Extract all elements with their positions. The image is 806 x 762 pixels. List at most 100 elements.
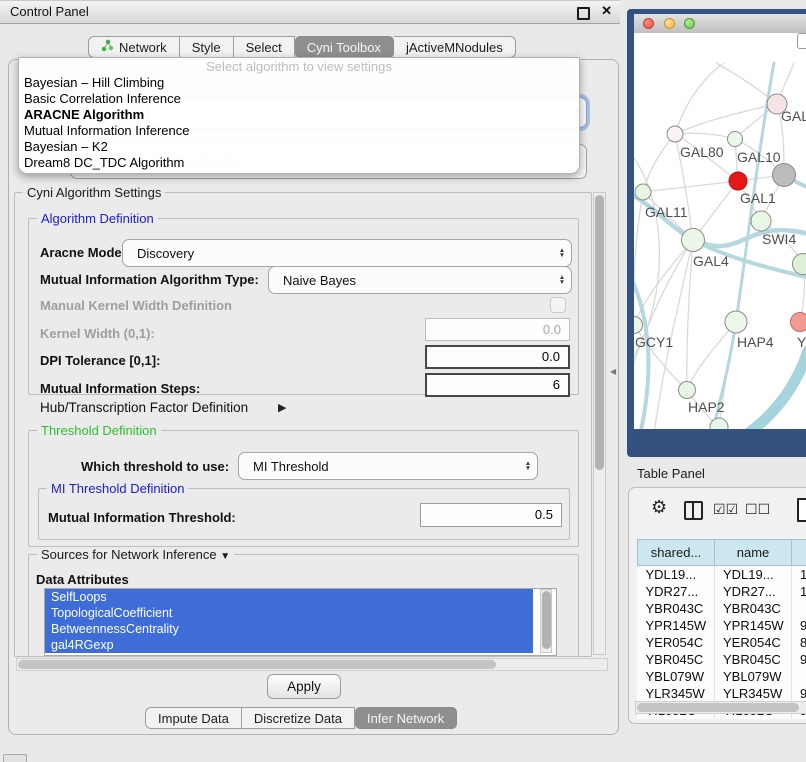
tab-network[interactable]: Network xyxy=(88,36,180,58)
close-traffic-light-icon[interactable] xyxy=(643,18,654,29)
algorithm-option-mutual-information-inference[interactable]: Mutual Information Inference xyxy=(19,123,579,139)
table-cell: YDR27... xyxy=(715,583,792,600)
table-cell xyxy=(792,600,806,617)
mi-threshold-field[interactable]: 0.5 xyxy=(420,503,562,527)
panel-splitter-collapse-icon[interactable]: ◀ xyxy=(610,367,616,376)
table-row[interactable]: YER054CYER054C8. xyxy=(638,634,806,651)
settings-vertical-scrollbar[interactable] xyxy=(593,192,606,655)
network-node-label-gal1: GAL1 xyxy=(740,190,776,206)
float-window-icon[interactable] xyxy=(577,7,590,20)
algorithm-option-basic-correlation-inference[interactable]: Basic Correlation Inference xyxy=(19,91,579,107)
table-row[interactable]: YBR043CYBR043C xyxy=(638,600,806,617)
tab-infer-network[interactable]: Infer Network xyxy=(355,707,457,729)
gear-icon[interactable]: ⚙ xyxy=(651,497,667,518)
tab-style[interactable]: Style xyxy=(180,36,234,58)
network-node-gal11[interactable] xyxy=(635,184,651,200)
network-node-label-hap2: HAP2 xyxy=(688,399,725,415)
top-tab-bar: NetworkStyleSelectCyni ToolboxjActiveMNo… xyxy=(88,36,516,58)
hub-definition-label[interactable]: Hub/Transcription Factor Definition xyxy=(40,400,248,415)
network-node-label-gal4: GAL4 xyxy=(693,253,729,269)
network-node-gal1[interactable] xyxy=(729,172,747,190)
algorithm-option-dream8-dc-tdc-algorithm[interactable]: Dream8 DC_TDC Algorithm xyxy=(19,155,579,171)
scrollbar-thumb[interactable] xyxy=(18,660,496,669)
algorithm-option-aracne-algorithm[interactable]: ARACNE Algorithm xyxy=(19,107,579,123)
table-row[interactable]: YBL079WYBL079W xyxy=(638,668,806,685)
table-row[interactable]: YDR27...YDR27...12 xyxy=(638,583,806,600)
network-node[interactable] xyxy=(793,254,806,275)
network-node-gal4[interactable] xyxy=(682,229,705,252)
column-header-name[interactable]: name xyxy=(715,540,792,566)
table-cell: YDL19... xyxy=(715,566,792,584)
network-node-hap4[interactable] xyxy=(725,311,747,333)
attribute-item-betweennesscentrality[interactable]: BetweennessCentrality xyxy=(45,621,533,637)
network-view-canvas[interactable]: GAL8GAL80GAL10GAL1GAL11SWI4GAL4GCY1HAP4Y… xyxy=(634,33,806,429)
algorithm-option-bayesian-k2[interactable]: Bayesian – K2 xyxy=(19,139,579,155)
threshold-definition-title: Threshold Definition xyxy=(37,423,161,438)
control-panel-titlebar: Control Panel ✕ xyxy=(0,0,620,24)
algorithm-option-bayesian-hill-climbing[interactable]: Bayesian – Hill Climbing xyxy=(19,75,579,91)
columns-icon[interactable] xyxy=(684,501,703,520)
kernel-width-field[interactable]: 0.0 xyxy=(425,318,570,341)
network-scrollbar-fragment[interactable] xyxy=(797,33,806,49)
table-cell xyxy=(792,668,806,685)
dpi-tolerance-field[interactable]: 0.0 xyxy=(425,345,570,369)
mi-algorithm-type-combobox[interactable]: Naive Bayes ▲▼ xyxy=(268,266,572,294)
attributes-list-scrollbar[interactable] xyxy=(540,589,552,653)
scrollbar-thumb[interactable] xyxy=(542,591,551,649)
which-threshold-label: Which threshold to use: xyxy=(81,459,229,474)
sources-title[interactable]: Sources for Network Inference ▼ xyxy=(37,547,234,562)
algorithm-dropdown-popup: Select algorithm to view settings Bayesi… xyxy=(18,57,580,174)
tab-discretize-data[interactable]: Discretize Data xyxy=(242,707,355,729)
tab-select[interactable]: Select xyxy=(234,36,295,58)
network-node-label-hap4: HAP4 xyxy=(737,334,774,350)
column-header-a[interactable]: A xyxy=(792,540,806,566)
settings-horizontal-scrollbar[interactable] xyxy=(16,658,608,671)
table-horizontal-scrollbar[interactable] xyxy=(635,701,806,714)
table-cell: YLR345W xyxy=(638,685,715,702)
network-node-gcy1[interactable] xyxy=(634,317,643,334)
table-cell: 12 xyxy=(792,583,806,600)
table-row[interactable]: YLR345WYLR345W9. xyxy=(638,685,806,702)
network-node-swi4[interactable] xyxy=(751,211,771,231)
file-icon[interactable] xyxy=(797,498,806,522)
network-node-gal80[interactable] xyxy=(667,126,683,142)
table-cell: 8. xyxy=(792,634,806,651)
combo-spinner-icon: ▲▼ xyxy=(553,248,571,258)
table-cell: YLR345W xyxy=(715,685,792,702)
network-node-hap2[interactable] xyxy=(679,382,696,399)
collapsed-arrow-icon[interactable]: ▶ xyxy=(278,401,286,414)
tab-cyni-toolbox[interactable]: Cyni Toolbox xyxy=(295,36,394,58)
zoom-traffic-light-icon[interactable] xyxy=(684,18,695,29)
which-threshold-combobox[interactable]: MI Threshold ▲▼ xyxy=(238,452,538,480)
apply-button[interactable]: Apply xyxy=(267,674,341,699)
close-icon[interactable]: ✕ xyxy=(601,3,612,19)
aracne-mode-combobox[interactable]: Discovery ▲▼ xyxy=(122,239,572,267)
table-header-row[interactable]: shared...nameA xyxy=(638,540,806,566)
deselect-all-icon[interactable]: ☐☐ xyxy=(745,501,770,518)
table-row[interactable]: YDL19...YDL19...13 xyxy=(638,566,806,584)
attribute-item-topologicalcoefficient[interactable]: TopologicalCoefficient xyxy=(45,605,533,621)
network-node[interactable] xyxy=(773,164,796,187)
kernel-width-label: Kernel Width (0,1): xyxy=(40,326,155,341)
attribute-item-gal4rgexp[interactable]: gal4RGexp xyxy=(45,637,533,653)
network-node-y[interactable] xyxy=(791,313,806,332)
network-window-titlebar[interactable] xyxy=(634,14,806,34)
minimize-traffic-light-icon[interactable] xyxy=(664,18,675,29)
mi-steps-field[interactable]: 6 xyxy=(425,373,570,397)
manual-kernel-width-checkbox[interactable] xyxy=(550,297,566,313)
tab-jactivemnodules[interactable]: jActiveMNodules xyxy=(394,36,516,58)
data-attributes-list[interactable]: SelfLoopsTopologicalCoefficientBetweenne… xyxy=(44,588,557,656)
tab-impute-data[interactable]: Impute Data xyxy=(145,707,242,729)
scrollbar-thumb[interactable] xyxy=(637,703,799,712)
network-node-gal10[interactable] xyxy=(728,132,743,147)
column-header-shared[interactable]: shared... xyxy=(638,540,715,566)
network-node[interactable] xyxy=(710,418,728,429)
network-node-label-gal10: GAL10 xyxy=(737,149,781,165)
tab-label: Discretize Data xyxy=(254,711,342,726)
attribute-item-selfloops[interactable]: SelfLoops xyxy=(45,589,533,605)
table-row[interactable]: YBR045CYBR045C9. xyxy=(638,651,806,668)
table-cell: 13 xyxy=(792,566,806,584)
select-all-icon[interactable]: ☑☑ xyxy=(713,501,738,518)
scrollbar-thumb[interactable] xyxy=(595,195,604,470)
table-row[interactable]: YPR145WYPR145W9. xyxy=(638,617,806,634)
